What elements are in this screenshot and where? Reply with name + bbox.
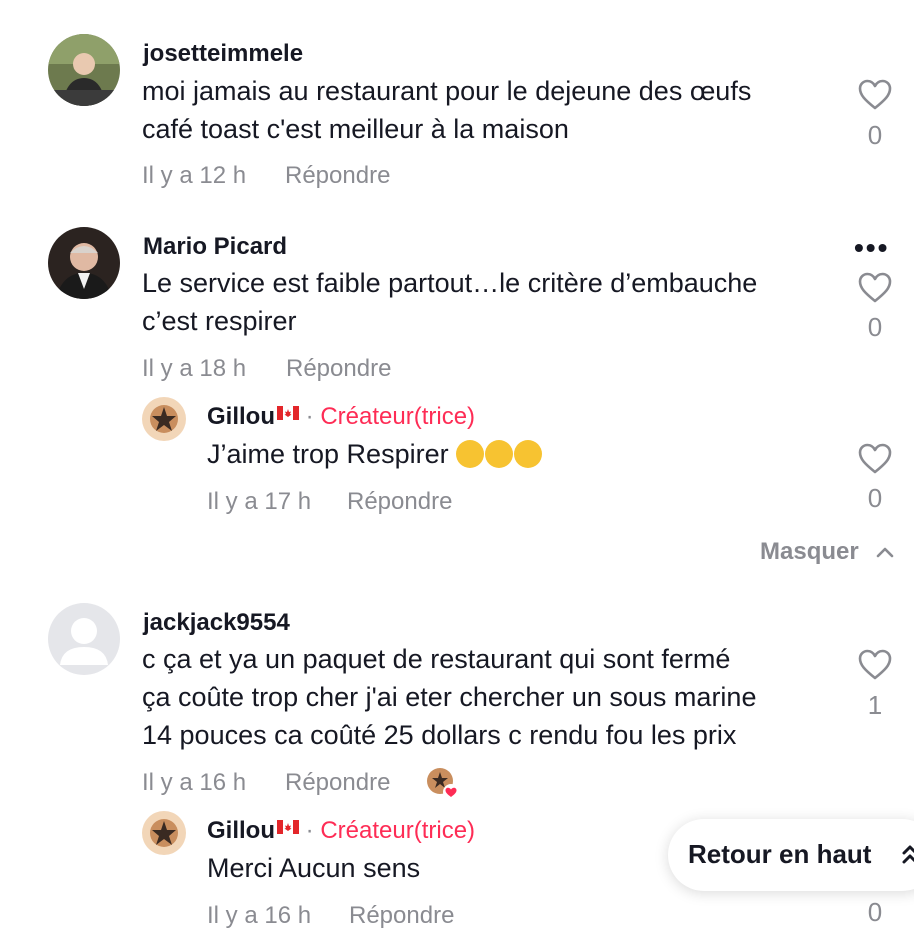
reply-username[interactable]: Gillou · Créateur(trice) <box>207 817 475 845</box>
hide-replies-label: Masquer <box>760 538 859 565</box>
like-count: 1 <box>867 690 883 720</box>
avatar[interactable] <box>48 603 120 675</box>
reply-time: Il y a 17 h <box>207 488 312 515</box>
comment-username[interactable]: josetteimmele <box>143 40 303 68</box>
comment-line: c’est respirer <box>142 306 297 336</box>
reply-button[interactable]: Répondre <box>286 355 391 383</box>
creator-badge: Créateur(trice) <box>320 817 476 844</box>
like-count: 0 <box>867 483 883 513</box>
reply-line: Merci Aucun sens <box>207 853 421 883</box>
like-count: 0 <box>867 120 883 150</box>
comment-meta: Il y a 18 h Répondre <box>142 355 391 383</box>
comment-line: 14 pouces ca coûté 25 dollars c rendu fo… <box>142 720 737 750</box>
comment-line: café toast c'est meilleur à la maison <box>142 114 569 144</box>
comment-username[interactable]: jackjack9554 <box>143 609 290 637</box>
reply-line: J’aime trop Respirer <box>207 435 543 473</box>
reply-button[interactable]: Répondre <box>347 488 452 516</box>
reply-button[interactable]: Répondre <box>349 902 454 930</box>
chevron-up-icon <box>877 547 894 558</box>
more-options-icon[interactable]: ••• <box>854 232 889 264</box>
reply-text: Merci Aucun sens <box>207 849 420 887</box>
comment-text: Le service est faible partout…le critère… <box>142 264 757 340</box>
avatar[interactable] <box>48 227 120 299</box>
hide-replies-button[interactable]: Masquer <box>760 538 895 566</box>
avatar[interactable] <box>48 34 120 106</box>
reply-meta: Il y a 16 h Répondre <box>207 902 454 930</box>
reply-button[interactable]: Répondre <box>285 162 390 190</box>
avatar[interactable] <box>142 397 186 441</box>
heart-icon[interactable] <box>858 78 892 112</box>
comment-meta: Il y a 12 h Répondre <box>142 162 390 190</box>
comment-line: ça coûte trop cher j'ai eter chercher un… <box>142 682 757 712</box>
creator-liked-avatar-icon <box>426 767 459 800</box>
double-chevron-up-icon <box>902 845 914 864</box>
comment-text: moi jamais au restaurant pour le dejeune… <box>142 72 751 148</box>
canada-flag-icon <box>277 820 299 834</box>
comment-line: Le service est faible partout…le critère… <box>142 268 758 298</box>
comment-time: Il y a 18 h <box>142 355 247 382</box>
canada-flag-icon <box>277 406 299 420</box>
reply-username-text[interactable]: Gillou <box>207 817 275 844</box>
reply-username[interactable]: Gillou · Créateur(trice) <box>207 403 475 431</box>
comment-line: moi jamais au restaurant pour le dejeune… <box>142 76 752 106</box>
comment-meta: Il y a 16 h Répondre <box>142 769 390 797</box>
like-count: 0 <box>867 897 883 927</box>
avatar[interactable] <box>142 811 186 855</box>
comment-time: Il y a 12 h <box>142 162 247 189</box>
separator: · <box>305 817 314 844</box>
reply-text: J’aime trop Respirer <box>207 435 543 473</box>
creator-badge: Créateur(trice) <box>320 403 476 430</box>
comment-line: c ça et ya un paquet de restaurant qui s… <box>142 644 731 674</box>
reply-button[interactable]: Répondre <box>285 769 390 797</box>
comments-page: josetteimmele moi jamais au restaurant p… <box>0 0 914 938</box>
back-to-top-label: Retour en haut <box>688 839 872 869</box>
reply-text-content: J’aime trop Respirer <box>207 439 449 469</box>
laughing-tears-emoji-icon <box>456 439 543 469</box>
back-to-top-button[interactable]: Retour en haut <box>668 819 914 891</box>
comment-text: c ça et ya un paquet de restaurant qui s… <box>142 640 756 754</box>
heart-icon[interactable] <box>858 271 892 305</box>
heart-icon[interactable] <box>858 442 892 476</box>
separator: · <box>305 403 314 430</box>
comment-time: Il y a 16 h <box>142 769 247 796</box>
reply-meta: Il y a 17 h Répondre <box>207 488 452 516</box>
reply-time: Il y a 16 h <box>207 902 312 929</box>
reply-username-text[interactable]: Gillou <box>207 403 275 430</box>
heart-icon[interactable] <box>858 648 892 682</box>
like-count: 0 <box>867 312 883 342</box>
comment-username[interactable]: Mario Picard <box>143 233 287 261</box>
